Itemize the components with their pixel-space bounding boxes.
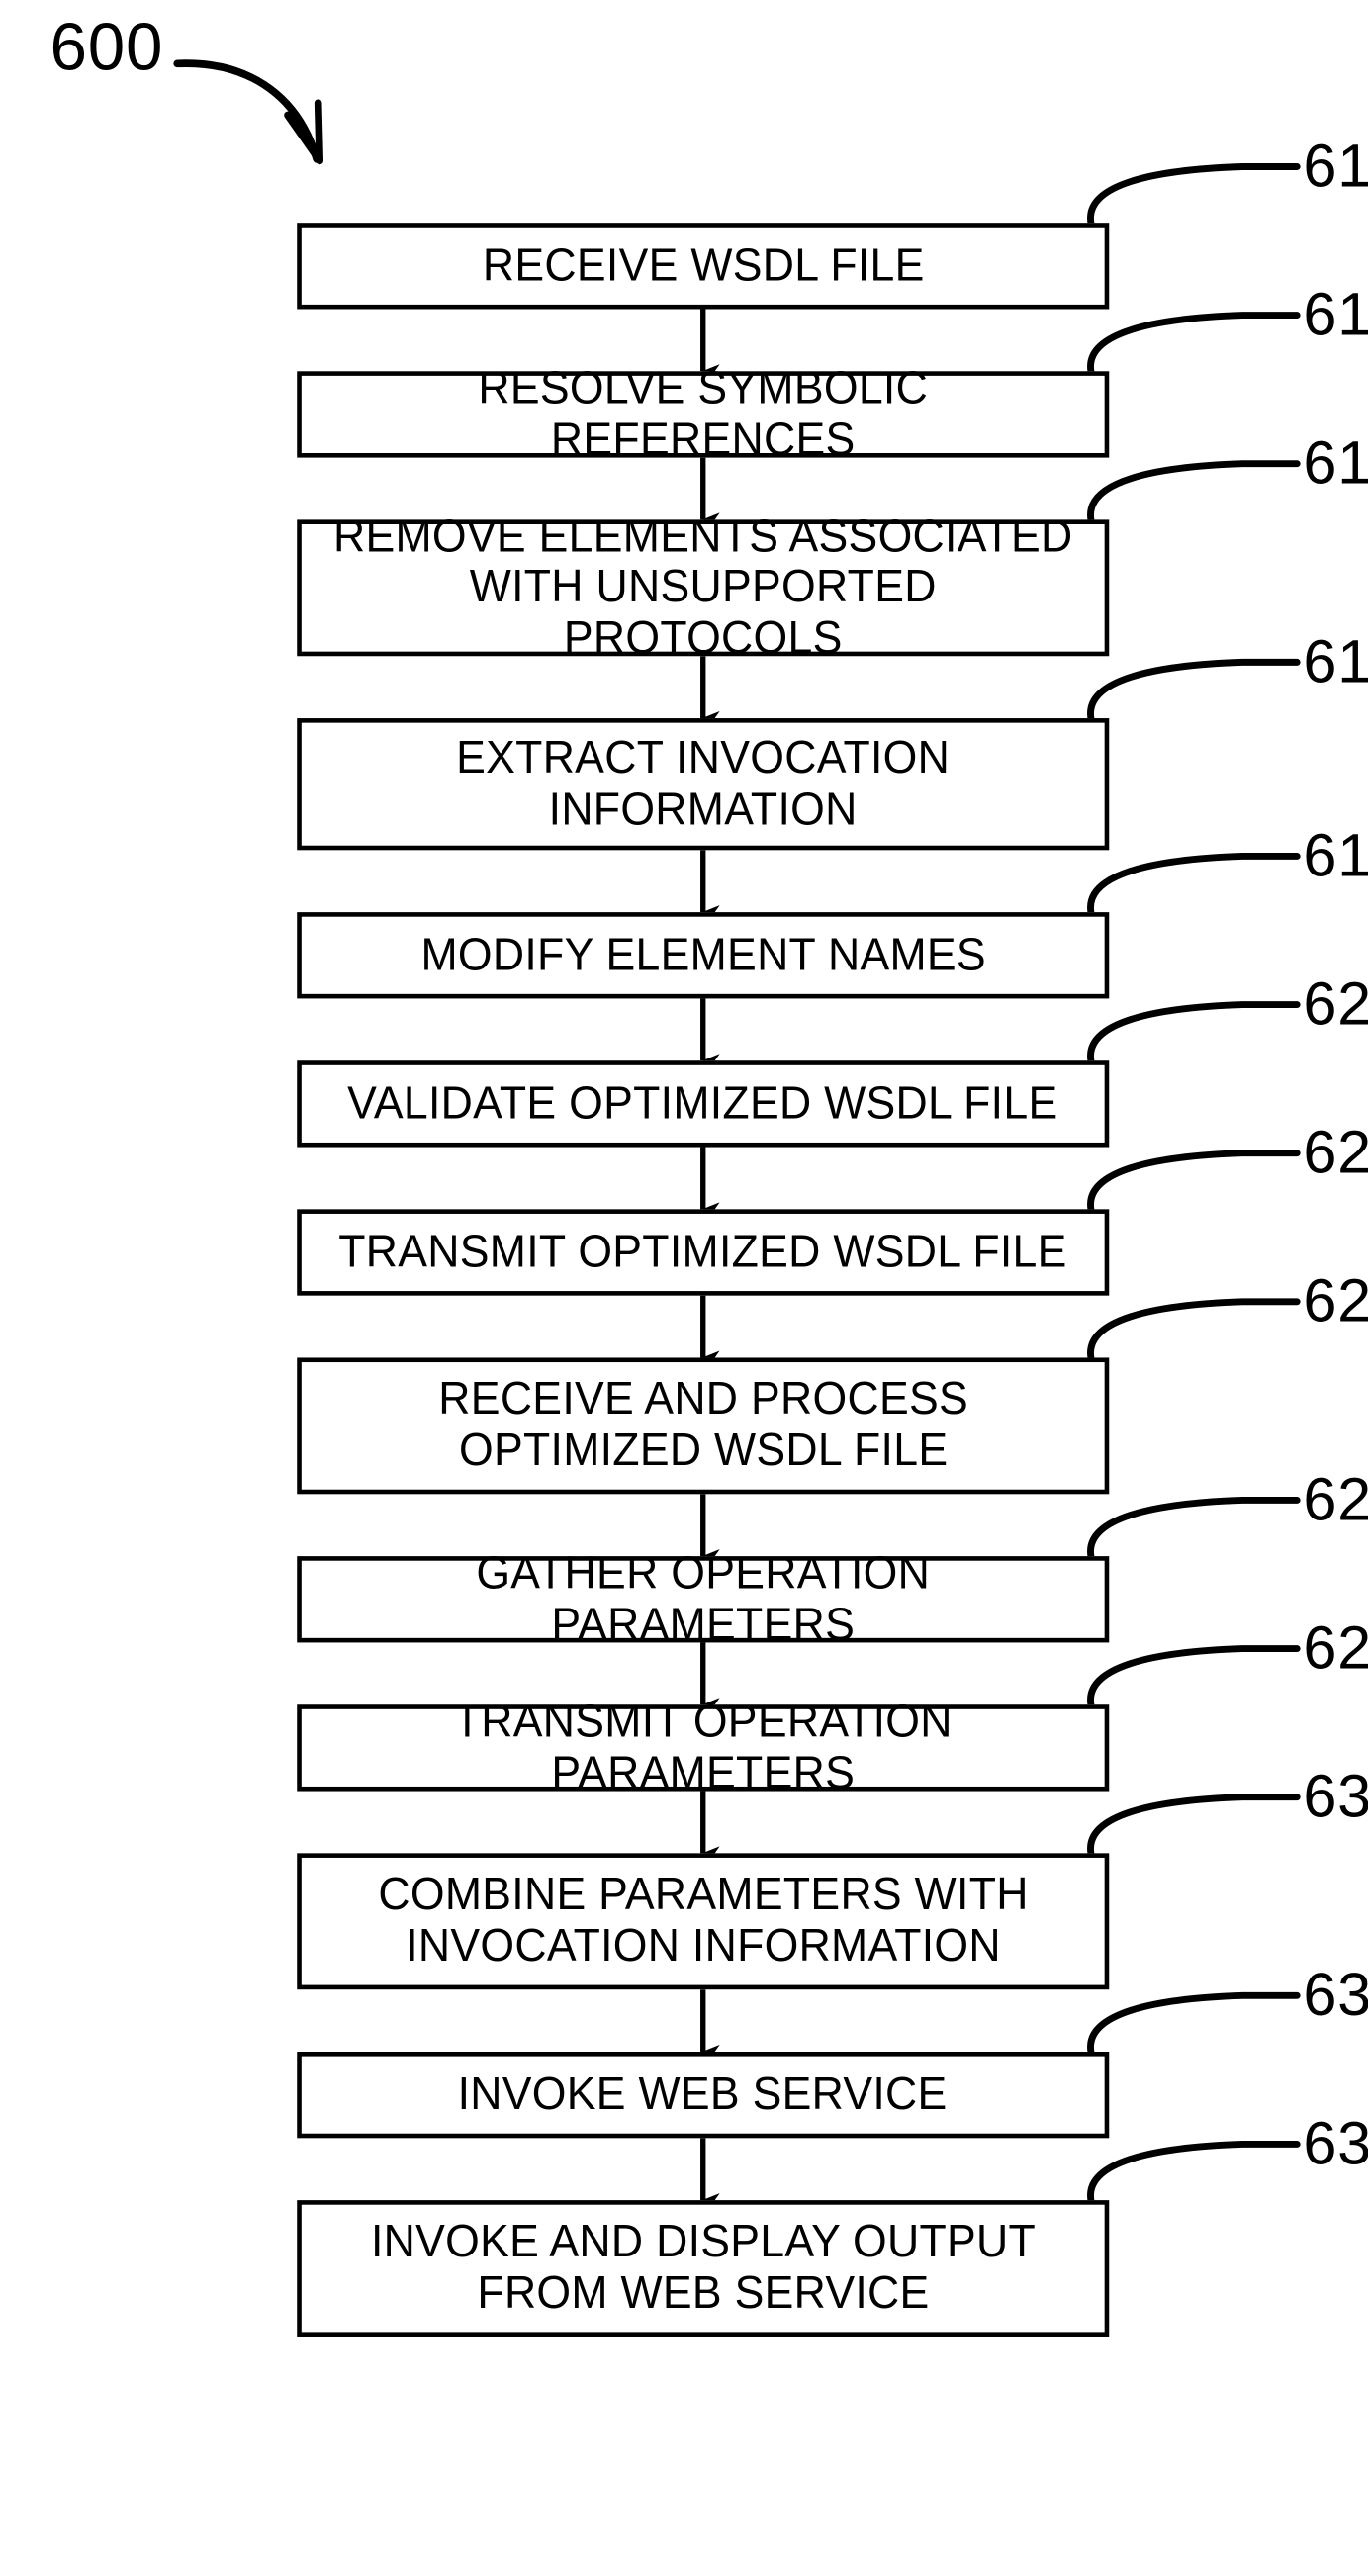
leader-612 xyxy=(1087,312,1301,375)
leader-616 xyxy=(1087,658,1301,722)
flow-step-box-610[interactable]: RECEIVE WSDL FILE xyxy=(297,223,1110,310)
flow-step-label-628: TRANSMIT OPERATION PARAMETERS xyxy=(453,1697,953,1798)
leader-618 xyxy=(1087,853,1301,916)
reference-numeral-628: 628 xyxy=(1303,1614,1368,1683)
flow-step-box-634[interactable]: INVOKE AND DISPLAY OUTPUT FROM WEB SERVI… xyxy=(297,2200,1110,2337)
flow-step-label-616: EXTRACT INVOCATION INFORMATION xyxy=(456,733,951,835)
leader-632 xyxy=(1087,1991,1301,2056)
flow-step-label-620: VALIDATE OPTIMIZED WSDL FILE xyxy=(347,1078,1058,1129)
reference-numeral-626: 626 xyxy=(1303,1466,1368,1534)
reference-leader-lines xyxy=(1087,163,1301,2204)
flow-step-label-624: RECEIVE AND PROCESS OPTIMIZED WSDL FILE xyxy=(437,1374,968,1476)
leader-634 xyxy=(1087,2141,1301,2204)
reference-numeral-622: 622 xyxy=(1303,1119,1368,1187)
leader-624 xyxy=(1087,1298,1301,1361)
flow-step-box-626[interactable]: GATHER OPERATION PARAMETERS xyxy=(297,1548,1110,1649)
flow-step-label-610: RECEIVE WSDL FILE xyxy=(482,240,925,291)
leader-610 xyxy=(1087,163,1301,227)
leader-614 xyxy=(1087,460,1301,523)
flow-step-label-622: TRANSMIT OPTIMIZED WSDL FILE xyxy=(338,1227,1067,1277)
reference-numeral-634: 634 xyxy=(1303,2110,1368,2178)
flow-step-box-618[interactable]: MODIFY ELEMENT NAMES xyxy=(297,912,1110,999)
flow-step-label-626: GATHER OPERATION PARAMETERS xyxy=(476,1548,931,1650)
reference-numeral-618: 618 xyxy=(1303,822,1368,890)
flow-step-box-612[interactable]: RESOLVE SYMBOLIC REFERENCES xyxy=(297,363,1110,464)
leader-630 xyxy=(1087,1794,1301,1857)
leader-626 xyxy=(1087,1497,1301,1560)
reference-numeral-632: 632 xyxy=(1303,1962,1368,2030)
reference-numeral-620: 620 xyxy=(1303,970,1368,1039)
reference-numeral-624: 624 xyxy=(1303,1268,1368,1335)
reference-numeral-630: 630 xyxy=(1303,1763,1368,1831)
reference-numeral-610: 610 xyxy=(1303,133,1368,201)
flow-step-box-620[interactable]: VALIDATE OPTIMIZED WSDL FILE xyxy=(297,1060,1110,1148)
leader-620 xyxy=(1087,1001,1301,1064)
flow-step-label-632: INVOKE WEB SERVICE xyxy=(458,2069,949,2120)
flow-step-label-634: INVOKE AND DISPLAY OUTPUT FROM WEB SERVI… xyxy=(370,2217,1036,2319)
reference-numeral-614: 614 xyxy=(1303,430,1368,498)
flow-step-label-630: COMBINE PARAMETERS WITH INVOCATION INFOR… xyxy=(378,1870,1029,1972)
flow-step-box-624[interactable]: RECEIVE AND PROCESS OPTIMIZED WSDL FILE xyxy=(297,1357,1110,1495)
flow-step-box-614[interactable]: REMOVE ELEMENTS ASSOCIATED WITH UNSUPPOR… xyxy=(297,511,1110,664)
reference-numeral-612: 612 xyxy=(1303,281,1368,349)
leader-622 xyxy=(1087,1150,1301,1213)
flow-step-box-628[interactable]: TRANSMIT OPERATION PARAMETERS xyxy=(297,1697,1110,1797)
figure-pointer-arrow xyxy=(173,59,324,165)
figure-number-label: 600 xyxy=(49,10,164,85)
flow-step-box-632[interactable]: INVOKE WEB SERVICE xyxy=(297,2052,1110,2139)
leader-628 xyxy=(1087,1645,1301,1708)
reference-numeral-616: 616 xyxy=(1303,628,1368,696)
flow-step-box-622[interactable]: TRANSMIT OPTIMIZED WSDL FILE xyxy=(297,1209,1110,1296)
flow-step-box-630[interactable]: COMBINE PARAMETERS WITH INVOCATION INFOR… xyxy=(297,1853,1110,1990)
flow-step-label-612: RESOLVE SYMBOLIC REFERENCES xyxy=(478,363,929,465)
flow-step-box-616[interactable]: EXTRACT INVOCATION INFORMATION xyxy=(297,718,1110,851)
flow-step-label-614: REMOVE ELEMENTS ASSOCIATED WITH UNSUPPOR… xyxy=(332,511,1073,664)
flow-step-label-618: MODIFY ELEMENT NAMES xyxy=(419,930,986,980)
patent-figure-600: 600 RECEIVE WSDL FILE RESOLVE SYMBOLIC R… xyxy=(0,0,1368,2576)
